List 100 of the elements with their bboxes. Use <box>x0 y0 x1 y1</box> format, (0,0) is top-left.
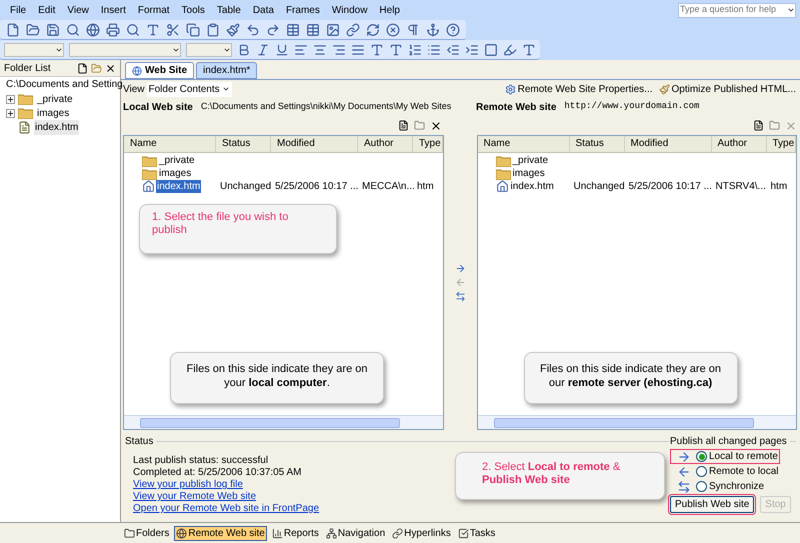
save-icon[interactable] <box>46 22 60 36</box>
table-icon[interactable] <box>286 22 300 36</box>
radio-button[interactable] <box>696 466 707 477</box>
format-painter-icon[interactable] <box>226 22 240 36</box>
menu-item[interactable]: Window <box>326 2 374 18</box>
cut-icon[interactable] <box>166 22 180 36</box>
column-header[interactable]: Type <box>766 136 796 152</box>
menu-item[interactable]: Data <box>246 2 280 18</box>
status-link[interactable]: View your Remote Web site <box>133 491 256 503</box>
radio-button[interactable] <box>696 451 707 462</box>
open-icon[interactable] <box>26 22 40 36</box>
paragraph-icon[interactable] <box>406 22 420 36</box>
menu-item[interactable]: Table <box>210 2 247 18</box>
menu-item[interactable]: Format <box>132 2 176 18</box>
tree-item[interactable]: C:\Documents and Setting <box>6 77 123 92</box>
right-arrow-icon[interactable] <box>454 263 466 274</box>
option-label[interactable]: Synchronize <box>709 479 764 494</box>
status-link[interactable]: Open your Remote Web site in FrontPage <box>133 503 320 515</box>
view-tab[interactable]: Reports <box>270 526 321 540</box>
align-center-icon[interactable] <box>313 42 327 56</box>
file-name[interactable]: images <box>158 167 192 180</box>
menu-item[interactable]: Help <box>373 2 406 18</box>
align-left-icon[interactable] <box>294 42 308 56</box>
horizontal-scrollbar[interactable] <box>124 415 442 429</box>
status-link[interactable]: View your publish log file <box>133 479 243 491</box>
column-header[interactable]: Name <box>478 136 570 152</box>
indent-icon[interactable] <box>465 42 479 56</box>
sync-arrows-icon[interactable] <box>454 291 466 302</box>
column-header[interactable]: Type <box>413 136 442 152</box>
underline-icon[interactable] <box>275 42 289 56</box>
menu-item[interactable]: File <box>4 2 32 18</box>
stop-icon[interactable] <box>386 22 400 36</box>
folder-icon[interactable] <box>414 120 425 130</box>
file-name[interactable]: index.htm <box>510 180 555 193</box>
dropdown-icon[interactable] <box>222 85 230 93</box>
expand-icon[interactable] <box>6 108 15 118</box>
print-icon[interactable] <box>106 22 120 36</box>
folder-icon[interactable] <box>769 120 780 130</box>
document-tab[interactable]: index.htm* <box>196 62 258 79</box>
expand-icon[interactable] <box>6 94 15 104</box>
file-name[interactable]: _private <box>512 154 550 167</box>
redo-icon[interactable] <box>266 22 280 36</box>
column-header[interactable]: Modified <box>271 136 358 152</box>
menu-item[interactable]: Insert <box>94 2 132 18</box>
publish-button[interactable]: Publish Web site <box>670 496 754 513</box>
option-label[interactable]: Local to remote <box>709 449 778 464</box>
dropdown-icon[interactable] <box>787 6 795 14</box>
column-header[interactable]: Status <box>216 136 271 152</box>
anchor-icon[interactable] <box>426 22 440 36</box>
highlight-icon[interactable] <box>503 42 517 56</box>
view-tab[interactable]: Hyperlinks <box>390 526 453 540</box>
file-name[interactable]: _private <box>158 154 196 167</box>
new-icon[interactable] <box>6 22 20 36</box>
view-tab[interactable]: Folders <box>122 526 172 540</box>
font-size-icon[interactable] <box>370 42 384 56</box>
column-header[interactable]: Status <box>570 136 624 152</box>
tree-item[interactable]: _private <box>36 92 74 106</box>
bold-icon[interactable] <box>237 42 251 56</box>
optimize-button[interactable]: Optimize Published HTML... <box>656 82 798 96</box>
search-icon[interactable] <box>66 22 80 36</box>
border-icon[interactable] <box>484 42 498 56</box>
document-tab[interactable]: Web Site <box>125 62 194 79</box>
view-tab[interactable]: Navigation <box>324 526 388 540</box>
column-header[interactable]: Author <box>712 136 766 152</box>
help-search-field[interactable]: Type a question for help <box>678 2 796 18</box>
new-page-icon[interactable] <box>77 62 88 74</box>
delete-icon[interactable] <box>430 120 442 132</box>
help-icon[interactable] <box>446 22 460 36</box>
menu-item[interactable]: Edit <box>32 2 62 18</box>
column-header[interactable]: Author <box>358 136 413 152</box>
properties-button[interactable]: Remote Web Site Properties... <box>502 82 654 96</box>
column-header[interactable]: Modified <box>624 136 712 152</box>
view-dropdown[interactable]: Folder Contents <box>146 82 232 96</box>
option-label[interactable]: Remote to local <box>709 464 778 479</box>
menu-item[interactable]: Frames <box>280 2 326 18</box>
justify-icon[interactable] <box>351 42 365 56</box>
radio-button[interactable] <box>696 481 707 492</box>
italic-icon[interactable] <box>256 42 270 56</box>
file-name[interactable]: images <box>512 167 546 180</box>
column-header[interactable]: Name <box>124 136 216 152</box>
view-tab[interactable]: Tasks <box>456 526 498 540</box>
align-right-icon[interactable] <box>332 42 346 56</box>
view-tab[interactable]: Remote Web site <box>174 526 267 540</box>
tree-item[interactable]: images <box>36 106 70 120</box>
numbered-list-icon[interactable] <box>408 42 422 56</box>
menu-item[interactable]: Tools <box>176 2 211 18</box>
horizontal-scrollbar[interactable] <box>478 415 796 429</box>
menu-item[interactable]: View <box>61 2 95 18</box>
close-icon[interactable] <box>105 62 116 74</box>
tree-item[interactable]: index.htm <box>34 120 80 134</box>
picture-icon[interactable] <box>326 22 340 36</box>
link-icon[interactable] <box>346 22 360 36</box>
paste-icon[interactable] <box>206 22 220 36</box>
outdent-icon[interactable] <box>446 42 460 56</box>
file-name[interactable]: index.htm <box>156 180 202 193</box>
table-cell-text: Unchanged <box>572 180 624 193</box>
undo-icon[interactable] <box>246 22 260 36</box>
globe-icon[interactable] <box>86 22 100 36</box>
bullet-list-icon[interactable] <box>427 42 441 56</box>
copy-icon[interactable] <box>186 22 200 36</box>
